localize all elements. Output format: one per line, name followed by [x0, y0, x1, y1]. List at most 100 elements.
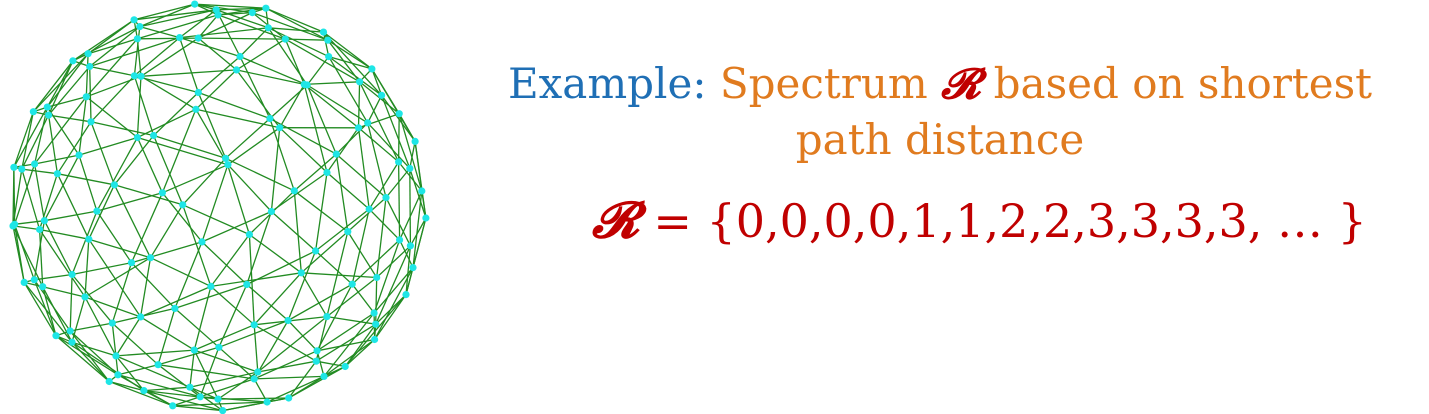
- graph-edge: [198, 12, 253, 39]
- graph-edge: [266, 375, 325, 403]
- graph-node: [215, 343, 223, 351]
- graph-edge: [270, 211, 317, 252]
- graph-node: [87, 118, 95, 126]
- graph-node: [313, 347, 321, 355]
- graph-edge: [69, 274, 73, 332]
- graph-edge: [34, 273, 73, 281]
- graph-node: [290, 187, 298, 195]
- graph-node: [112, 352, 120, 360]
- graph-edge: [210, 234, 250, 287]
- graph-edge: [115, 349, 195, 357]
- graph-edge: [409, 168, 412, 246]
- graph-edge: [198, 37, 286, 40]
- formula: 𝓡 = {0,0,0,0,1,1,2,2,3,3,3,3, … }: [592, 190, 1367, 251]
- graph-edge: [253, 350, 318, 380]
- graph-node: [75, 151, 83, 159]
- graph-node: [85, 235, 93, 243]
- graph-node: [396, 236, 404, 244]
- graph-node: [214, 11, 222, 19]
- graph-node: [133, 35, 141, 43]
- graph-node: [68, 270, 76, 279]
- graph-node: [224, 161, 232, 169]
- graph-node: [81, 293, 89, 301]
- graph-edge: [257, 360, 317, 373]
- graph-edge: [140, 69, 237, 77]
- graph-edge: [90, 121, 154, 137]
- graph-edge: [270, 127, 281, 212]
- graph-edge: [47, 96, 87, 108]
- graph-node: [406, 242, 414, 250]
- graph-node: [20, 278, 28, 286]
- graph-edge: [288, 360, 317, 399]
- graph-edge: [84, 239, 90, 298]
- graph-node: [248, 9, 256, 17]
- graph-node: [43, 103, 51, 111]
- graph-node: [192, 105, 200, 113]
- graph-node: [137, 313, 145, 321]
- graph-node: [45, 111, 53, 119]
- graph-edge: [327, 39, 361, 83]
- caption-line-1: Example: Spectrum 𝓡 based on shortest: [480, 56, 1400, 112]
- graph-node: [36, 225, 44, 234]
- graph-node: [30, 276, 38, 284]
- graph-edge: [288, 375, 325, 399]
- graph-edge: [139, 257, 152, 318]
- graph-node: [354, 124, 363, 132]
- graph-edge: [412, 217, 427, 268]
- graph-edge: [13, 106, 48, 168]
- graph-node: [68, 338, 76, 346]
- graph-node: [254, 368, 262, 376]
- graph-node: [284, 316, 292, 325]
- graph-edge: [34, 154, 80, 165]
- graph-edge: [21, 168, 58, 175]
- graph-edge: [13, 167, 16, 225]
- graph-edge: [111, 322, 159, 366]
- graph-node: [371, 335, 379, 344]
- graph-edge: [397, 113, 400, 162]
- graph-edge: [300, 231, 349, 274]
- graph-node: [402, 291, 410, 299]
- graph-node: [262, 4, 270, 12]
- graph-edge: [287, 250, 317, 321]
- graph-edge: [303, 83, 359, 129]
- graph-edge: [367, 95, 383, 124]
- graph-edge: [380, 95, 411, 169]
- graph-node: [382, 194, 390, 202]
- graph-node: [365, 205, 373, 213]
- graph-node: [378, 91, 386, 99]
- graph-node: [196, 393, 204, 401]
- graph-node: [137, 72, 145, 80]
- graph-node: [395, 158, 403, 166]
- graph-edge: [153, 92, 199, 136]
- graph-node: [320, 372, 328, 380]
- graph-node: [84, 50, 92, 58]
- graph-edge: [46, 60, 74, 108]
- graph-node: [297, 269, 305, 277]
- graph-edge: [304, 81, 360, 86]
- graph-edge: [179, 27, 269, 39]
- graph-node: [52, 332, 60, 340]
- graph-edge: [115, 316, 142, 357]
- graph-edge: [174, 241, 203, 309]
- graph-edge: [161, 192, 203, 243]
- graph-edge: [88, 238, 142, 318]
- graph-node: [406, 164, 414, 172]
- graph-edge: [287, 320, 318, 352]
- graph-node: [130, 16, 138, 24]
- graph-node: [82, 93, 90, 101]
- graph-node: [10, 163, 18, 171]
- graph-node: [194, 88, 202, 97]
- graph-node: [372, 320, 380, 328]
- graph-node: [140, 387, 148, 395]
- graph-edge: [43, 220, 73, 275]
- graph-node: [370, 309, 378, 317]
- graph-edge: [56, 173, 90, 240]
- graph-edge: [279, 127, 328, 173]
- graph-node: [30, 160, 39, 168]
- formula-r-symbol: 𝓡: [592, 190, 639, 249]
- graph-node: [127, 259, 136, 267]
- graph-node: [110, 181, 118, 189]
- graph-node: [53, 170, 62, 178]
- graph-nodes: [9, 0, 430, 414]
- graph-node: [332, 150, 340, 158]
